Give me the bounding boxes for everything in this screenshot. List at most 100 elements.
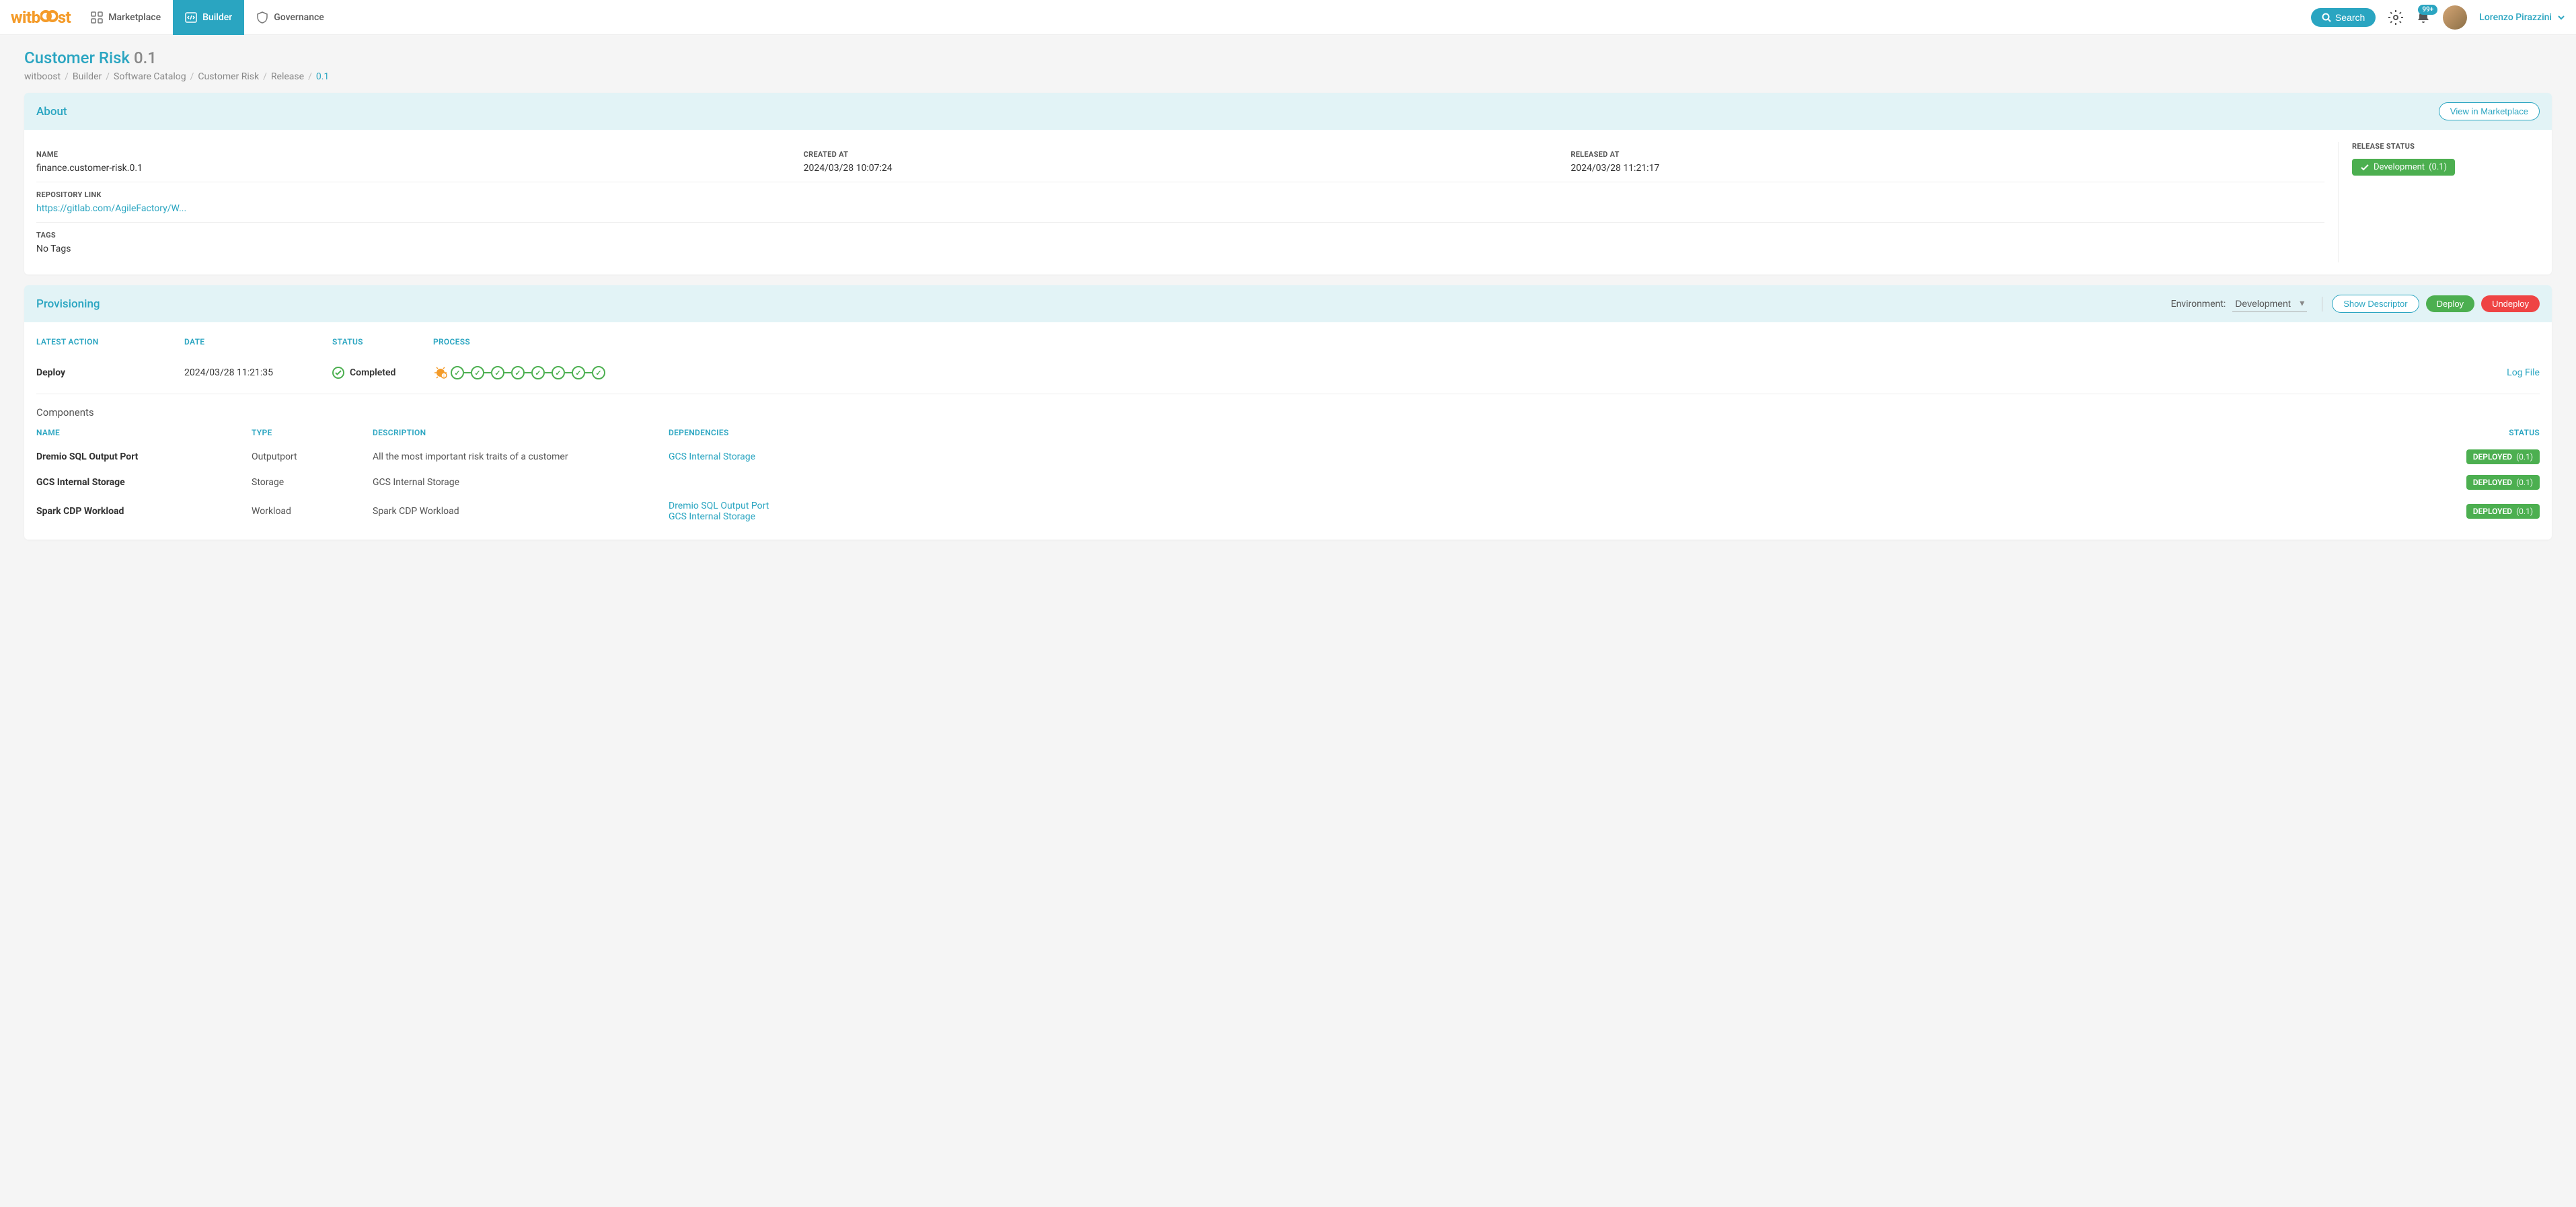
name-label: NAME [36, 150, 790, 159]
component-name: GCS Internal Storage [36, 477, 252, 488]
page-title-name: Customer Risk [24, 48, 130, 67]
dependency-link[interactable]: GCS Internal Storage [669, 511, 884, 522]
breadcrumb-item: 0.1 [316, 71, 329, 82]
component-type: Workload [252, 506, 373, 517]
col-date-header: DATE [184, 337, 332, 346]
created-label: CREATED AT [804, 150, 1558, 159]
component-type: Outputport [252, 451, 373, 462]
dependency-link[interactable]: Dremio SQL Output Port [669, 501, 884, 511]
chevron-down-icon [2557, 13, 2565, 22]
component-row: Dremio SQL Output PortOutputportAll the … [36, 444, 2540, 470]
provisioning-table-header: LATEST ACTION DATE STATUS PROCESS [36, 334, 2540, 355]
date-value: 2024/03/28 11:21:35 [184, 367, 332, 378]
tags-value: No Tags [36, 244, 2324, 254]
component-status-cell: DEPLOYED(0.1) [884, 504, 2540, 519]
notification-badge: 99+ [2418, 5, 2437, 15]
step-icon: ✓ [471, 366, 484, 379]
created-value: 2024/03/28 10:07:24 [804, 163, 1558, 174]
page-title: Customer Risk 0.1 [24, 48, 2552, 67]
nav-label: Governance [274, 12, 324, 23]
component-status-cell: DEPLOYED (0.1) [884, 475, 2540, 490]
breadcrumb-separator: / [190, 71, 194, 82]
deployed-version: (0.1) [2516, 452, 2533, 462]
deployed-label: DEPLOYED [2473, 507, 2512, 516]
breadcrumb-separator: / [106, 71, 110, 82]
repo-link[interactable]: https://gitlab.com/AgileFactory/W... [36, 203, 186, 214]
col-action-header: LATEST ACTION [36, 337, 184, 346]
about-title: About [36, 105, 67, 118]
code-icon [185, 11, 197, 24]
component-dependencies: Dremio SQL Output PortGCS Internal Stora… [669, 501, 884, 522]
provisioning-card: Provisioning Environment: Development Sh… [24, 285, 2552, 540]
bug-icon: i [433, 365, 448, 380]
search-icon [2322, 13, 2331, 22]
show-descriptor-button[interactable]: Show Descriptor [2332, 295, 2419, 313]
comp-type-header: TYPE [252, 428, 373, 437]
check-icon [2360, 163, 2370, 172]
comp-desc-header: DESCRIPTION [373, 428, 669, 437]
col-process-header: PROCESS [433, 337, 2472, 346]
check-circle-icon [332, 367, 344, 379]
environment-select[interactable]: Development [2232, 295, 2307, 312]
page-title-version: 0.1 [134, 48, 157, 67]
breadcrumb-separator: / [263, 71, 267, 82]
breadcrumb-item[interactable]: witboost [24, 71, 61, 82]
app-header: witbst Marketplace Builder Governance Se… [0, 0, 2576, 35]
logo[interactable]: witbst [11, 8, 71, 27]
component-status-cell: DEPLOYED(0.1) [884, 449, 2540, 464]
settings-icon[interactable] [2388, 9, 2404, 26]
process-steps: i ✓ ✓ ✓ ✓ ✓ ✓ ✓ ✓ [433, 365, 2472, 380]
search-button[interactable]: Search [2311, 8, 2376, 27]
step-icon: ✓ [531, 366, 545, 379]
search-label: Search [2335, 12, 2365, 23]
grid-icon [91, 11, 103, 24]
main-nav: Marketplace Builder Governance [79, 0, 336, 35]
component-description: GCS Internal Storage [373, 477, 669, 488]
tags-label: TAGS [36, 231, 2324, 240]
avatar[interactable] [2443, 5, 2467, 30]
nav-marketplace[interactable]: Marketplace [79, 0, 173, 35]
dependency-link[interactable]: GCS Internal Storage [669, 451, 884, 462]
environment-label: Environment: [2171, 299, 2226, 309]
component-description: Spark CDP Workload [373, 506, 669, 517]
nav-builder[interactable]: Builder [173, 0, 244, 35]
deployed-badge: DEPLOYED(0.1) [2466, 449, 2540, 464]
release-status-badge: Development (0.1) [2352, 159, 2455, 176]
release-status-label: RELEASE STATUS [2352, 142, 2540, 151]
log-file-link[interactable]: Log File [2507, 367, 2540, 378]
status-completed: Completed [332, 367, 433, 379]
step-icon: ✓ [572, 366, 585, 379]
nav-label: Builder [202, 12, 232, 23]
nav-label: Marketplace [108, 12, 161, 23]
breadcrumb-item[interactable]: Software Catalog [114, 71, 186, 82]
components-title: Components [36, 406, 2540, 418]
notifications-icon[interactable]: 99+ [2416, 10, 2431, 25]
action-value: Deploy [36, 367, 184, 378]
breadcrumb-separator: / [65, 71, 69, 82]
breadcrumb-item[interactable]: Release [271, 71, 304, 82]
col-status-header: STATUS [332, 337, 433, 346]
deployed-badge: DEPLOYED (0.1) [2466, 475, 2540, 490]
deployed-badge: DEPLOYED(0.1) [2466, 504, 2540, 519]
component-row: GCS Internal StorageStorageGCS Internal … [36, 470, 2540, 495]
view-marketplace-button[interactable]: View in Marketplace [2439, 102, 2540, 120]
step-icon: ✓ [511, 366, 525, 379]
breadcrumb-item[interactable]: Customer Risk [198, 71, 259, 82]
user-menu[interactable]: Lorenzo Pirazzini [2479, 12, 2565, 23]
component-dependencies: GCS Internal Storage [669, 451, 884, 462]
deployed-label: DEPLOYED [2473, 478, 2512, 487]
release-status-value: Development [2374, 162, 2425, 172]
comp-status-header: STATUS [884, 428, 2540, 437]
breadcrumb-item[interactable]: Builder [73, 71, 102, 82]
nav-governance[interactable]: Governance [244, 0, 336, 35]
components-table-header: NAME TYPE DESCRIPTION DEPENDENCIES STATU… [36, 428, 2540, 444]
deploy-button[interactable]: Deploy [2426, 295, 2474, 312]
step-icon: ✓ [491, 366, 504, 379]
provisioning-header: Provisioning Environment: Development Sh… [24, 285, 2552, 322]
repo-label: REPOSITORY LINK [36, 190, 2324, 199]
user-name-label: Lorenzo Pirazzini [2479, 12, 2552, 23]
breadcrumb: witboost / Builder / Software Catalog / Custom… [24, 71, 2552, 82]
undeploy-button[interactable]: Undeploy [2481, 295, 2540, 312]
deployed-version: (0.1) [2516, 478, 2533, 487]
component-type: Storage [252, 477, 373, 488]
